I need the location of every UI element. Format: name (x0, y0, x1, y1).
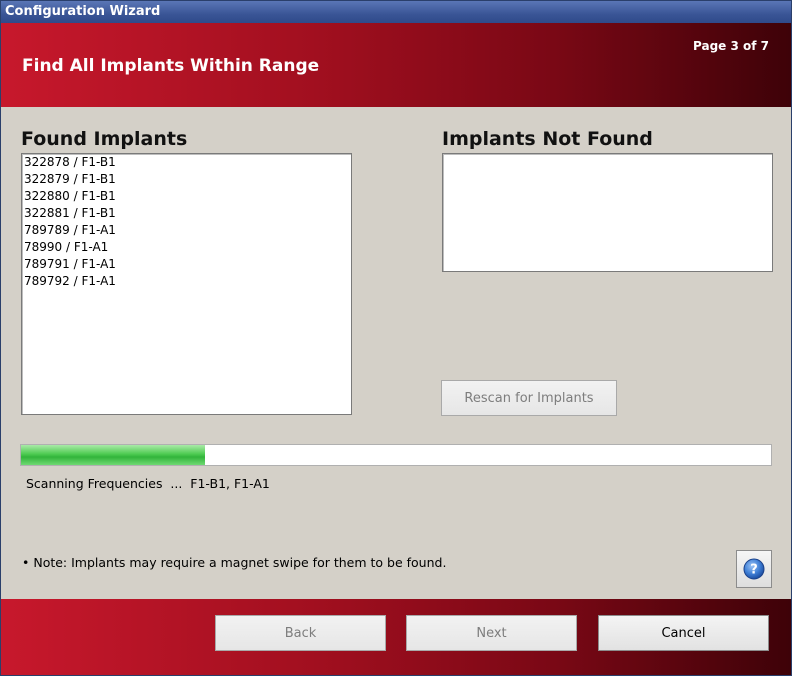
list-item[interactable]: 322878 / F1-B1 (22, 154, 351, 171)
list-item[interactable]: 789789 / F1-A1 (22, 222, 351, 239)
scan-progress-bar (20, 444, 772, 466)
header-banner: Find All Implants Within Range Page 3 of… (1, 23, 791, 107)
help-button[interactable]: ? (736, 550, 772, 588)
scan-status-text: Scanning Frequencies ... F1-B1, F1-A1 (26, 476, 270, 491)
list-item[interactable]: 789792 / F1-A1 (22, 273, 351, 290)
back-button[interactable]: Back (215, 615, 386, 651)
window-titlebar[interactable]: Configuration Wizard (1, 1, 791, 23)
help-icon: ? (743, 558, 765, 580)
page-indicator: Page 3 of 7 (693, 39, 769, 53)
cancel-button[interactable]: Cancel (598, 615, 769, 651)
list-item[interactable]: 78990 / F1-A1 (22, 239, 351, 256)
progress-fill (21, 445, 205, 465)
svg-text:?: ? (750, 563, 758, 578)
rescan-button[interactable]: Rescan for Implants (441, 380, 617, 416)
list-item[interactable]: 322879 / F1-B1 (22, 171, 351, 188)
found-implants-label: Found Implants (21, 128, 188, 150)
footer-banner: Back Next Cancel (1, 599, 791, 675)
page-title: Find All Implants Within Range (22, 56, 320, 76)
wizard-window: Configuration Wizard Find All Implants W… (0, 0, 792, 676)
list-item[interactable]: 322881 / F1-B1 (22, 205, 351, 222)
not-found-implants-listbox[interactable] (442, 153, 773, 272)
window-title: Configuration Wizard (5, 4, 161, 19)
next-button[interactable]: Next (406, 615, 577, 651)
list-item[interactable]: 789791 / F1-A1 (22, 256, 351, 273)
list-item[interactable]: 322880 / F1-B1 (22, 188, 351, 205)
found-implants-listbox[interactable]: 322878 / F1-B1 322879 / F1-B1 322880 / F1-… (21, 153, 352, 415)
magnet-swipe-note: • Note: Implants may require a magnet sw… (22, 555, 447, 570)
not-found-implants-label: Implants Not Found (442, 128, 653, 150)
